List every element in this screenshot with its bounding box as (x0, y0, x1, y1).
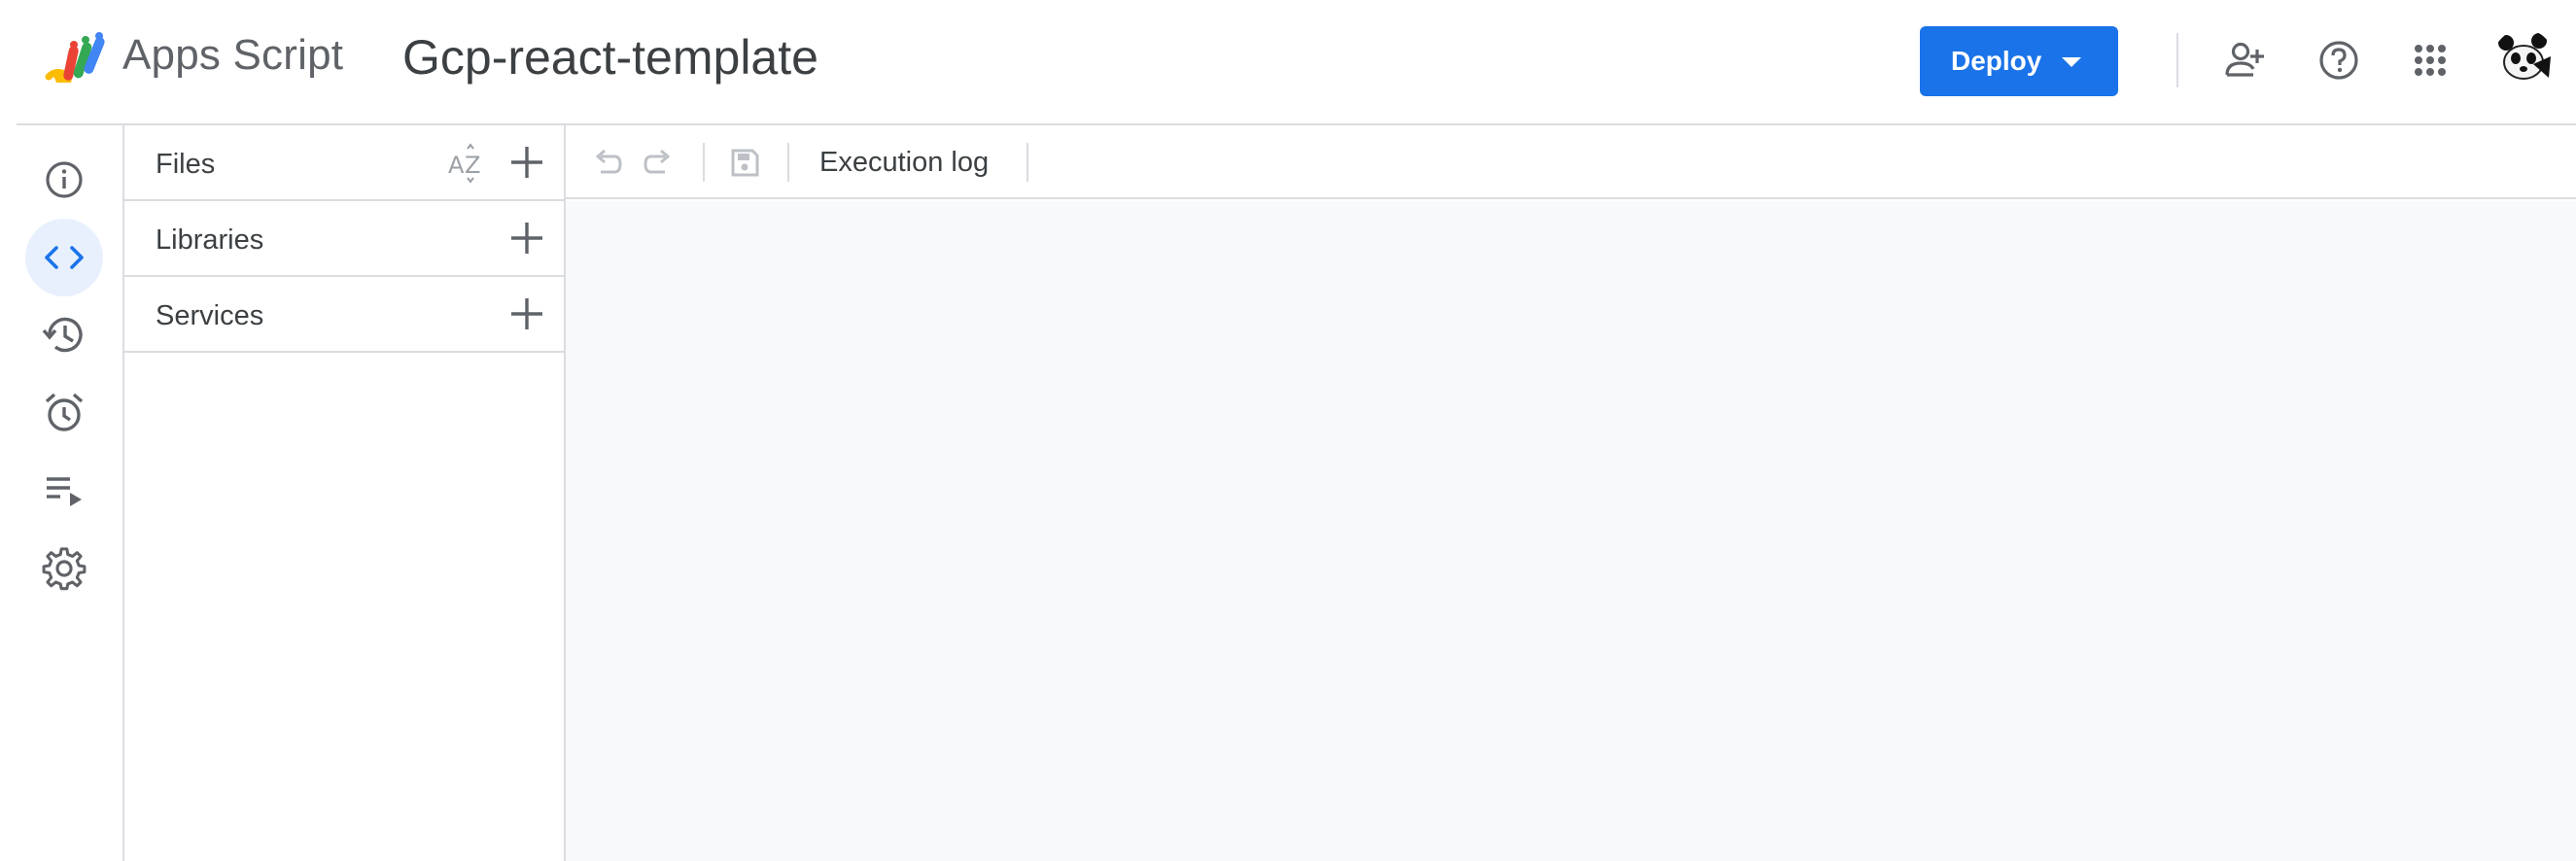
nav-triggers[interactable] (25, 374, 103, 452)
nav-executions[interactable] (25, 452, 103, 530)
redo-icon[interactable] (642, 145, 677, 180)
info-icon (46, 161, 83, 198)
alarm-icon (45, 393, 84, 431)
toolbar-divider (1027, 143, 1028, 182)
gear-icon (42, 547, 87, 591)
top-app-bar: Apps Script Gcp-react-template Deploy (0, 0, 2576, 124)
add-library-icon[interactable] (507, 219, 546, 258)
add-person-icon[interactable] (2220, 35, 2271, 86)
code-icon (45, 246, 84, 269)
svg-text:Z: Z (465, 152, 480, 179)
sort-az-icon[interactable]: A Z (445, 141, 488, 184)
project-title[interactable]: Gcp-react-template (402, 29, 818, 86)
nav-project-history[interactable] (25, 296, 103, 374)
panda-avatar-icon (2494, 31, 2553, 89)
files-label: Files (156, 149, 216, 180)
services-label: Services (156, 300, 264, 331)
editor-area[interactable] (566, 201, 2576, 861)
deploy-label: Deploy (1951, 46, 2042, 76)
help-icon[interactable] (2314, 35, 2364, 86)
execution-log-button[interactable]: Execution log (819, 147, 989, 179)
undo-icon[interactable] (589, 145, 624, 180)
toolbar-divider (703, 143, 705, 182)
toolbar-divider (787, 143, 789, 182)
editor-toolbar: Execution log (566, 125, 2576, 199)
history-icon (42, 317, 83, 353)
deploy-button[interactable]: Deploy (1920, 26, 2118, 96)
nav-project-settings[interactable] (25, 530, 103, 607)
nav-editor[interactable] (25, 219, 103, 296)
nav-overview[interactable] (25, 141, 103, 219)
playlist-play-icon (47, 477, 82, 506)
apps-script-logo-icon[interactable] (45, 32, 113, 86)
save-icon[interactable] (727, 145, 762, 180)
libraries-label: Libraries (156, 224, 264, 256)
apps-grid-icon[interactable] (2405, 35, 2455, 86)
services-section-header[interactable]: Services (124, 277, 564, 353)
add-service-icon[interactable] (507, 294, 546, 333)
header-divider (2176, 33, 2178, 87)
deploy-dropdown-icon[interactable] (2062, 57, 2081, 67)
account-avatar[interactable] (2492, 29, 2555, 91)
files-section-header[interactable]: Files A Z (124, 125, 564, 201)
app-name: Apps Script (122, 31, 344, 79)
libraries-section-header[interactable]: Libraries (124, 201, 564, 277)
add-file-icon[interactable] (507, 143, 546, 182)
svg-text:A: A (448, 152, 465, 179)
